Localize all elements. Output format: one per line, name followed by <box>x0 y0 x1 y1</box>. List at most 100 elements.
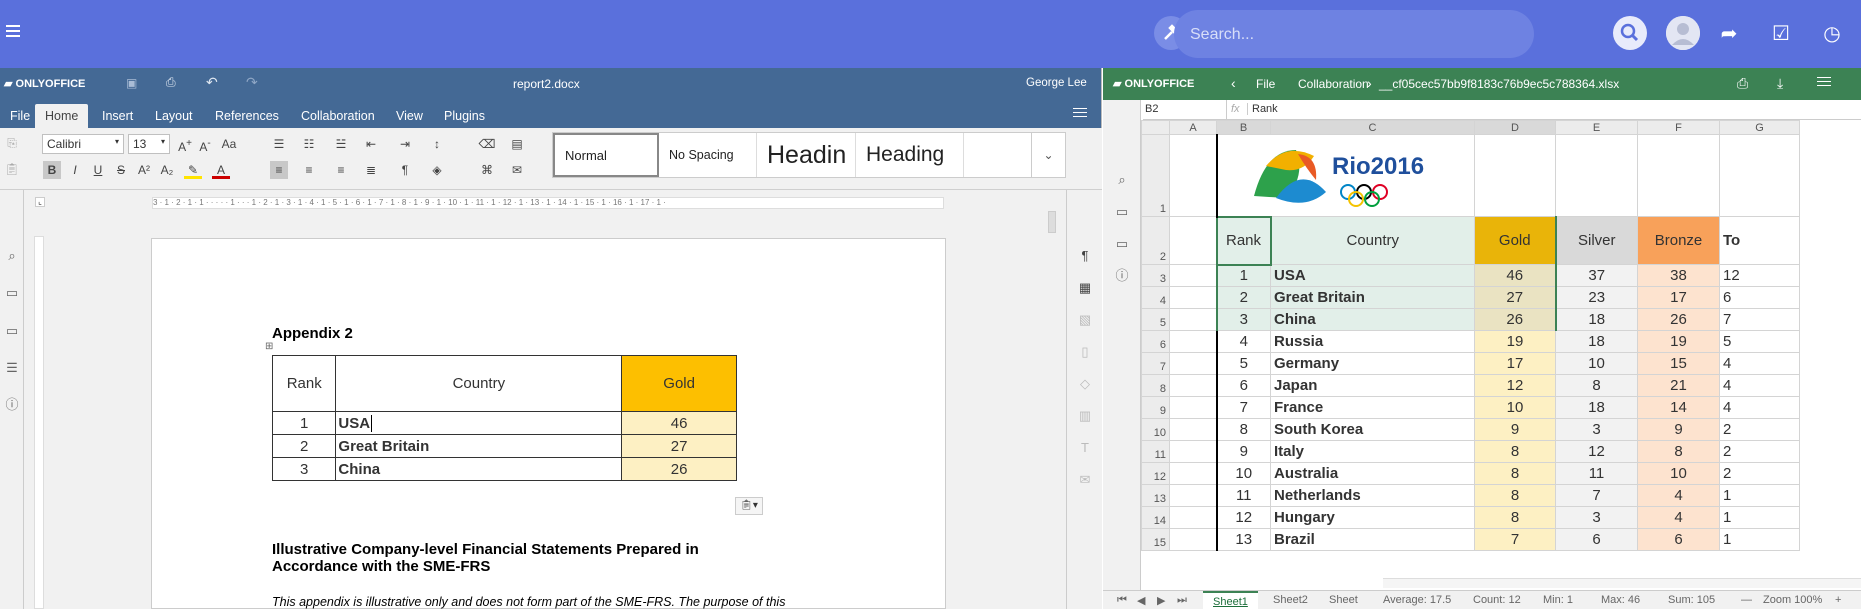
sheet-cell[interactable] <box>1169 352 1217 375</box>
font-size-select[interactable]: 13 ▾ <box>128 134 170 154</box>
row-header[interactable]: 10 <box>1141 418 1170 441</box>
column-header[interactable]: B <box>1216 120 1271 135</box>
row-header[interactable]: 15 <box>1141 528 1170 551</box>
sheet-cell[interactable]: 6 <box>1555 528 1638 551</box>
sheet-cell[interactable] <box>1169 528 1217 551</box>
sheet-cell[interactable] <box>1169 396 1217 419</box>
column-header[interactable]: F <box>1637 120 1720 135</box>
mail-merge-icon[interactable]: ✉ <box>508 161 526 179</box>
sheet-cell[interactable]: 37 <box>1555 264 1638 287</box>
sheet-cell[interactable]: 7 <box>1215 396 1271 419</box>
redo-icon[interactable]: ↷ <box>246 74 258 91</box>
sheet-cell[interactable]: 3 <box>1555 506 1638 529</box>
sheet-cell[interactable]: 26 <box>1637 308 1720 331</box>
print-icon[interactable]: ⎙ <box>1737 75 1748 92</box>
table-settings-icon[interactable]: ▦ <box>1077 280 1093 296</box>
underline-icon[interactable]: U <box>89 161 107 179</box>
sheet-row[interactable]: 13 11 Netherlands 8 7 4 1 <box>1141 484 1800 507</box>
paste-options-icon[interactable]: 📋︎▾ <box>735 497 763 515</box>
sheet-tab-2[interactable]: Sheet2 <box>1263 594 1318 606</box>
comments-icon[interactable]: ▭ <box>1114 204 1130 220</box>
font-name-select[interactable]: Calibri ▾ <box>42 134 124 154</box>
sheet-cell[interactable] <box>1169 286 1217 309</box>
zoom-in-icon[interactable]: + <box>1835 594 1841 606</box>
chat-icon[interactable]: ▭ <box>4 323 20 339</box>
sheet-cell[interactable]: 2 <box>1719 418 1800 441</box>
tab-layout[interactable]: Layout <box>145 104 203 128</box>
sheet-tab-1[interactable]: Sheet1 <box>1203 591 1258 609</box>
table-header-gold[interactable]: Gold <box>621 355 737 412</box>
sheet-row[interactable]: 15 13 Brazil 7 6 6 1 <box>1141 528 1800 551</box>
sheet-cell[interactable]: Hungary <box>1270 506 1475 529</box>
download-icon[interactable]: ⤓ <box>1777 75 1783 92</box>
table-move-icon[interactable]: ⊞ <box>265 341 273 352</box>
row-header[interactable]: 7 <box>1141 352 1170 375</box>
header-footer-icon[interactable]: ▯ <box>1077 344 1093 360</box>
sheet-cell[interactable] <box>1474 134 1556 217</box>
sheet-cell[interactable]: 9 <box>1474 418 1556 441</box>
sheet-cell[interactable]: 8 <box>1474 462 1556 485</box>
align-center-icon[interactable]: ≡ <box>300 161 318 179</box>
sheet-row[interactable]: 12 10 Australia 8 11 10 2 <box>1141 462 1800 485</box>
row-header[interactable]: 3 <box>1141 264 1170 287</box>
style-heading-2[interactable]: Heading <box>856 133 964 177</box>
sheet-cell[interactable]: 11 <box>1555 462 1638 485</box>
justify-icon[interactable]: ≣ <box>362 161 380 179</box>
chevron-right-icon[interactable]: › <box>1367 75 1372 91</box>
sheet-cell[interactable]: 18 <box>1555 308 1638 331</box>
sheet-cell[interactable]: 9 <box>1215 440 1271 463</box>
row-header[interactable]: 1 <box>1141 134 1170 217</box>
sheet-cell[interactable] <box>1169 462 1217 485</box>
medal-table[interactable]: Rank Country Gold 1 USA 46 2 Great Brita… <box>271 355 737 481</box>
table-cell[interactable]: 2 <box>271 434 337 458</box>
sheet-cell[interactable]: 4 <box>1637 484 1720 507</box>
table-header-country[interactable]: Country <box>335 355 623 412</box>
sheet-cell[interactable]: 1 <box>1215 264 1271 287</box>
sheet-cell[interactable]: Netherlands <box>1270 484 1475 507</box>
menu-collaboration[interactable]: Collaboration <box>1298 77 1369 91</box>
sheet-cell[interactable]: 6 <box>1719 286 1800 309</box>
sheet-cell[interactable]: 7 <box>1719 308 1800 331</box>
tab-references[interactable]: References <box>205 104 289 128</box>
sheet-cell[interactable]: 12 <box>1474 374 1556 397</box>
menu-icon[interactable] <box>1817 77 1831 86</box>
sheet-cell[interactable]: 10 <box>1637 462 1720 485</box>
back-icon[interactable]: ‹ <box>1231 75 1236 91</box>
comments-icon[interactable]: ▭ <box>4 285 20 301</box>
sheet-cell[interactable]: 1 <box>1719 506 1800 529</box>
align-left-icon[interactable]: ≡ <box>270 161 288 179</box>
sheet-cell[interactable]: 4 <box>1637 506 1720 529</box>
sheet-cell[interactable] <box>1169 440 1217 463</box>
search-icon[interactable]: ⌕ <box>4 248 20 264</box>
column-header[interactable]: A <box>1169 120 1217 135</box>
sheet-cell[interactable]: 26 <box>1474 308 1557 331</box>
copy-style-icon[interactable]: ⌘ <box>478 161 496 179</box>
sheet-cell[interactable]: 27 <box>1474 286 1557 309</box>
tab-insert[interactable]: Insert <box>92 104 143 128</box>
sheet-cell[interactable]: 7 <box>1474 528 1556 551</box>
sheet-cell[interactable]: Japan <box>1270 374 1475 397</box>
table-cell[interactable]: 26 <box>621 457 737 481</box>
column-header[interactable]: G <box>1719 120 1800 135</box>
sheet-cell[interactable]: 3 <box>1215 308 1271 331</box>
style-heading-1[interactable]: Headin <box>757 133 856 177</box>
row-header[interactable]: 12 <box>1141 462 1170 485</box>
tab-plugins[interactable]: Plugins <box>434 104 495 128</box>
sheet-cell[interactable]: 10 <box>1474 396 1556 419</box>
sheet-cell[interactable] <box>1169 506 1217 529</box>
header-cell-gold[interactable]: Gold <box>1474 216 1557 265</box>
tab-home[interactable]: Home <box>35 104 89 128</box>
sheet-row[interactable]: 3 1 USA 46 37 38 12 <box>1141 264 1800 287</box>
row-header[interactable]: 8 <box>1141 374 1170 397</box>
sheet-cell[interactable]: 2 <box>1719 462 1800 485</box>
clear-style-icon[interactable]: ⌫ <box>478 135 496 153</box>
print-icon[interactable]: ⎙ <box>166 75 176 90</box>
sheet-row[interactable]: 6 4 Russia 19 18 19 5 <box>1141 330 1800 353</box>
sheet-cell[interactable]: 11 <box>1215 484 1271 507</box>
undo-icon[interactable]: ↶ <box>206 74 218 91</box>
text-art-icon[interactable]: T <box>1077 440 1093 456</box>
header-cell-bronze[interactable]: Bronze <box>1637 216 1720 265</box>
sheet-cell[interactable]: Great Britain <box>1270 286 1475 309</box>
shading-icon[interactable]: ◈ <box>428 161 446 179</box>
sheet-cell[interactable]: 15 <box>1637 352 1720 375</box>
